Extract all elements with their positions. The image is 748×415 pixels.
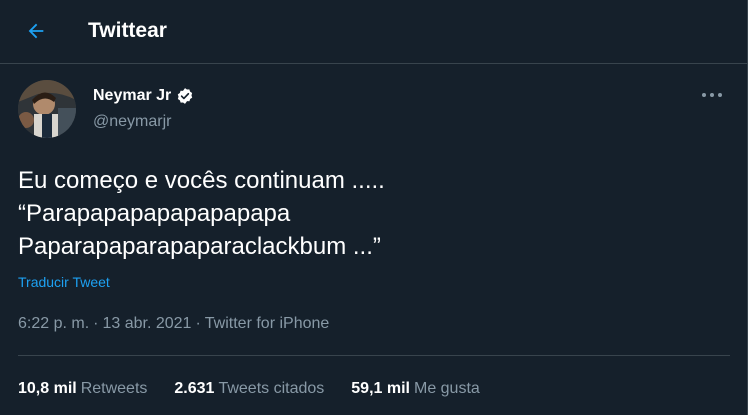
tweet-text-line: Paparapaparapaparaclackbum ...”	[18, 233, 381, 260]
more-dots-icon	[702, 93, 722, 97]
avatar-photo	[18, 80, 76, 138]
tweet-source[interactable]: Twitter for iPhone	[205, 315, 330, 332]
author-name-row[interactable]: Neymar Jr	[93, 86, 194, 106]
divider	[18, 355, 730, 356]
meta-separator: ·	[195, 315, 201, 332]
tweet-text: Eu começo e vocês continuam ..... “Parap…	[18, 164, 718, 263]
verified-badge-icon	[176, 87, 194, 105]
translate-tweet-link[interactable]: Traducir Tweet	[18, 273, 110, 291]
tweet-date[interactable]: 13 abr. 2021	[102, 315, 191, 332]
top-header: Twittear	[0, 0, 747, 64]
likes-stat[interactable]: 59,1 mil Me gusta	[351, 379, 480, 399]
tweet-text-line: Eu começo e vocês continuam .....	[18, 167, 385, 194]
retweets-label: Retweets	[80, 380, 148, 397]
likes-label: Me gusta	[413, 380, 480, 397]
display-name[interactable]: Neymar Jr	[93, 86, 171, 106]
quote-tweets-label: Tweets citados	[218, 380, 325, 397]
quote-tweets-count: 2.631	[174, 380, 215, 397]
arrow-left-icon	[28, 23, 44, 39]
tweet-detail-page: Twittear Neymar Jr @neymarjr Eu começo e…	[0, 0, 748, 415]
retweets-count: 10,8 mil	[18, 380, 77, 397]
tweet-stats: 10,8 mil Retweets 2.631 Tweets citados 59,…	[18, 379, 507, 399]
meta-separator: ·	[93, 315, 99, 332]
retweets-stat[interactable]: 10,8 mil Retweets	[18, 379, 147, 399]
quote-tweets-stat[interactable]: 2.631 Tweets citados	[174, 379, 324, 399]
user-handle[interactable]: @neymarjr	[93, 112, 171, 132]
tweet-text-line: “Parapapapapapapapapa	[18, 200, 291, 227]
tweet-meta: 6:22 p. m. · 13 abr. 2021 · Twitter for iPho…	[18, 314, 329, 334]
tweet-time[interactable]: 6:22 p. m.	[18, 315, 89, 332]
more-options-button[interactable]	[698, 84, 726, 106]
avatar[interactable]	[18, 80, 76, 138]
page-title: Twittear	[88, 19, 167, 42]
back-button[interactable]	[20, 15, 52, 47]
likes-count: 59,1 mil	[351, 380, 410, 397]
